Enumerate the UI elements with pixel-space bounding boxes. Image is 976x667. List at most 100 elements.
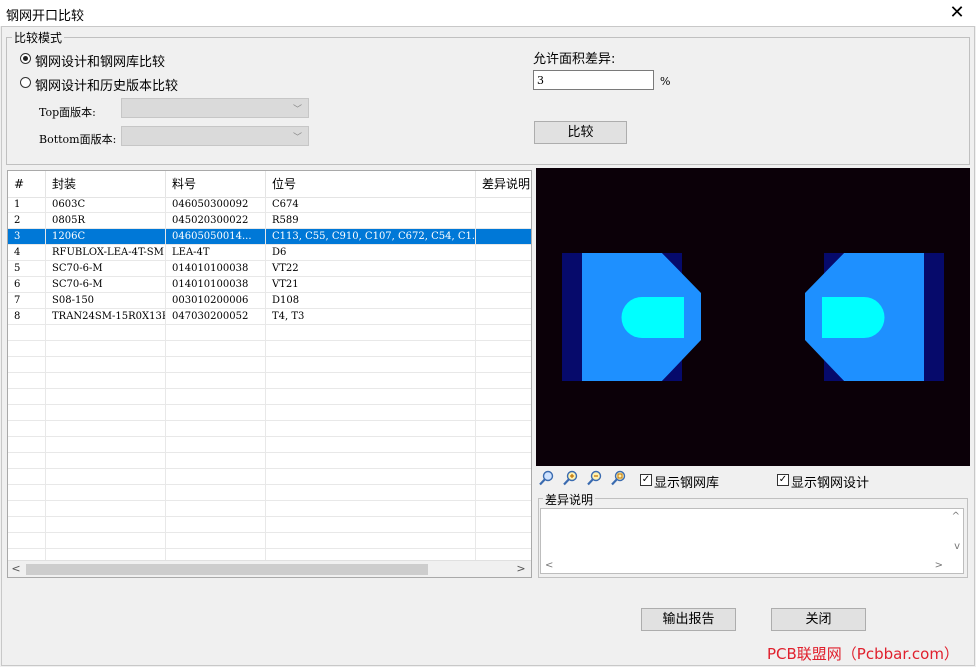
stencil-preview-canvas[interactable]: [536, 168, 970, 466]
table-row[interactable]: 6 SC70-6-M 014010100038 VT21: [8, 277, 531, 293]
table-row-empty: [8, 517, 531, 533]
column-header-part-number[interactable]: 料号: [166, 171, 266, 197]
cell-index: [8, 469, 46, 485]
cell-diff: [476, 533, 531, 549]
cell-refdes: [266, 437, 476, 453]
cell-part-number: [166, 437, 266, 453]
table-row[interactable]: 7 S08-150 003010200006 D108: [8, 293, 531, 309]
table-row[interactable]: 8 TRAN24SM-15R0X13R8 047030200052 T4, T3: [8, 309, 531, 325]
table-row[interactable]: 2 0805R 045020300022 R589: [8, 213, 531, 229]
diff-shape-right: [822, 297, 885, 338]
title-bar: [0, 0, 976, 26]
scrollbar-thumb[interactable]: [26, 564, 428, 575]
show-design-label[interactable]: 显示钢网设计: [791, 472, 869, 491]
table-row[interactable]: 4 RFUBLOX-LEA-4T-SM LEA-4T D6: [8, 245, 531, 261]
cell-diff: [476, 245, 531, 261]
cell-diff: [476, 517, 531, 533]
cell-package: SC70-6-M: [46, 277, 166, 293]
cell-diff: [476, 389, 531, 405]
column-header-diff[interactable]: 差异说明: [476, 171, 531, 197]
table-row-empty: [8, 469, 531, 485]
cell-refdes: T4, T3: [266, 309, 476, 325]
cell-part-number: 014010100038: [166, 261, 266, 277]
table-row-empty: [8, 533, 531, 549]
cell-package: 0603C: [46, 197, 166, 213]
diff-description-textarea[interactable]: ^ v < >: [540, 508, 964, 574]
radio-compare-history[interactable]: [20, 77, 31, 88]
zoom-in-icon[interactable]: [562, 470, 579, 487]
cell-package: RFUBLOX-LEA-4T-SM: [46, 245, 166, 261]
radio-compare-library-label[interactable]: 钢网设计和钢网库比较: [35, 51, 165, 70]
cell-index: 7: [8, 293, 46, 309]
cell-part-number: 04605050014...: [166, 229, 266, 245]
cell-part-number: [166, 517, 266, 533]
checkmark-icon: ✓: [778, 474, 788, 485]
export-report-button[interactable]: 输出报告: [641, 608, 736, 631]
scroll-down-icon[interactable]: v: [954, 541, 960, 552]
top-version-select[interactable]: ﹀: [121, 98, 309, 118]
radio-compare-library[interactable]: [20, 53, 31, 64]
show-design-checkbox[interactable]: ✓: [777, 474, 789, 486]
cell-index: [8, 341, 46, 357]
cell-diff: [476, 373, 531, 389]
cell-part-number: [166, 421, 266, 437]
cell-part-number: 003010200006: [166, 293, 266, 309]
close-button[interactable]: 关闭: [771, 608, 866, 631]
cell-package: [46, 325, 166, 341]
cell-package: [46, 437, 166, 453]
cell-diff: [476, 469, 531, 485]
cell-refdes: [266, 373, 476, 389]
zoom-fit-icon[interactable]: [610, 470, 627, 487]
cell-package: [46, 341, 166, 357]
cell-index: 1: [8, 197, 46, 213]
table-row-empty: [8, 501, 531, 517]
zoom-icon[interactable]: [538, 470, 555, 487]
scroll-right-icon[interactable]: >: [935, 560, 943, 571]
window-title: 钢网开口比较: [6, 9, 85, 24]
horizontal-scrollbar[interactable]: < >: [8, 560, 531, 577]
cell-part-number: [166, 485, 266, 501]
cell-index: 5: [8, 261, 46, 277]
cell-part-number: [166, 453, 266, 469]
table-row-empty: [8, 373, 531, 389]
cell-refdes: [266, 325, 476, 341]
compare-mode-legend: 比较模式: [12, 29, 65, 46]
table-row-empty: [8, 341, 531, 357]
show-library-label[interactable]: 显示钢网库: [654, 472, 719, 491]
zoom-out-icon[interactable]: [586, 470, 603, 487]
cell-index: [8, 453, 46, 469]
compare-button[interactable]: 比较: [534, 121, 627, 144]
cell-index: [8, 373, 46, 389]
cell-package: TRAN24SM-15R0X13R8: [46, 309, 166, 325]
show-library-checkbox[interactable]: ✓: [640, 474, 652, 486]
table-row[interactable]: 3 1206C 04605050014... C113, C55, C910, C10…: [8, 229, 531, 245]
cell-part-number: [166, 405, 266, 421]
cell-index: 2: [8, 213, 46, 229]
cell-diff: [476, 229, 531, 245]
scroll-right-icon[interactable]: >: [513, 562, 529, 575]
table-row-empty: [8, 405, 531, 421]
table-row[interactable]: 5 SC70-6-M 014010100038 VT22: [8, 261, 531, 277]
watermark: PCB联盟网（Pcbbar.com）: [767, 645, 959, 663]
scroll-up-icon[interactable]: ^: [952, 511, 960, 522]
tolerance-unit: %: [660, 75, 671, 88]
close-window-button[interactable]: ✕: [938, 0, 976, 26]
cell-refdes: C113, C55, C910, C107, C672, C54, C1...: [266, 229, 476, 245]
radio-compare-history-label[interactable]: 钢网设计和历史版本比较: [35, 75, 178, 94]
scroll-left-icon[interactable]: <: [8, 562, 24, 575]
table-row-empty: [8, 389, 531, 405]
cell-part-number: LEA-4T: [166, 245, 266, 261]
scroll-left-icon[interactable]: <: [545, 560, 553, 571]
checkmark-icon: ✓: [641, 474, 651, 485]
tolerance-input[interactable]: 3: [533, 70, 654, 90]
cell-package: [46, 485, 166, 501]
bottom-version-select[interactable]: ﹀: [121, 126, 309, 146]
cell-index: [8, 501, 46, 517]
column-header-refdes[interactable]: 位号: [266, 171, 476, 197]
cell-package: 0805R: [46, 213, 166, 229]
table-row[interactable]: 1 0603C 046050300092 C674: [8, 197, 531, 213]
cell-part-number: [166, 501, 266, 517]
cell-diff: [476, 421, 531, 437]
column-header-package[interactable]: 封装: [46, 171, 166, 197]
column-header-index[interactable]: #: [8, 171, 46, 197]
